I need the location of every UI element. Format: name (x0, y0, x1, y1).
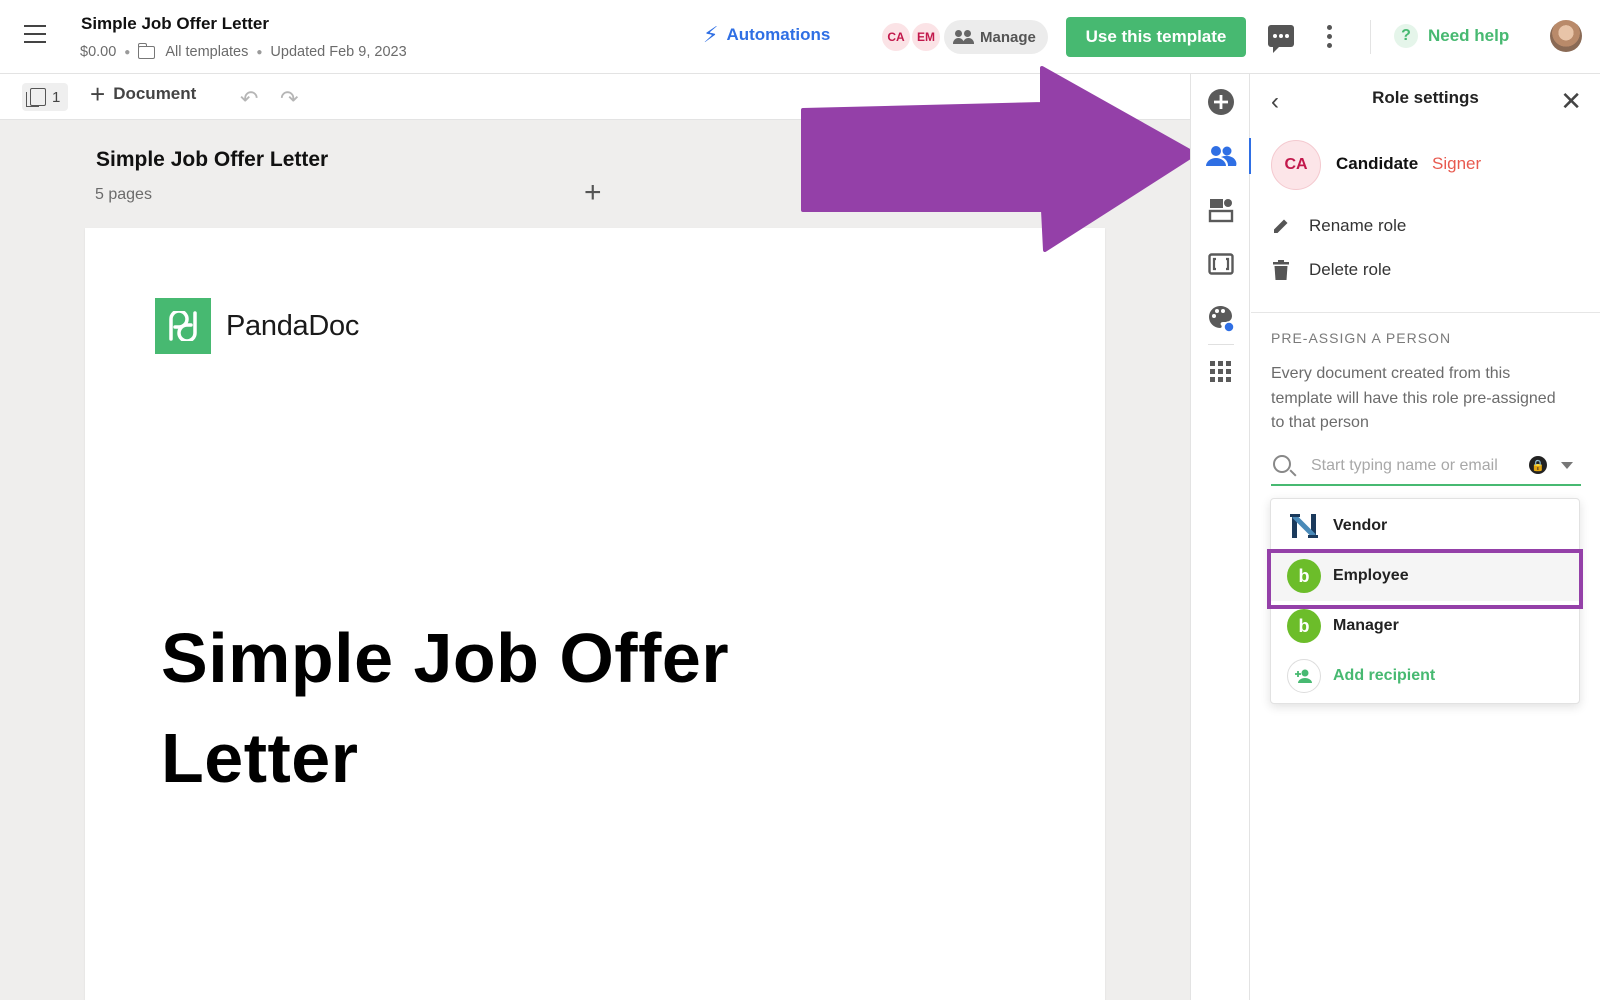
manage-recipients-button[interactable]: Manage (944, 20, 1048, 54)
more-options-icon[interactable] (1327, 25, 1333, 49)
role-settings-panel: Role settings ‹ ✕ CA Candidate Signer Re… (1251, 74, 1600, 1000)
lock-icon: 🔒 (1529, 456, 1547, 474)
document-meta: $0.00 ● All templates ● Updated Feb 9, 2… (80, 42, 407, 60)
document-page[interactable]: PandaDoc Simple Job Offer Letter (85, 228, 1105, 1000)
rail-divider (1208, 344, 1234, 345)
canvas-document-title: Simple Job Offer Letter (96, 148, 329, 171)
role-name: Candidate (1336, 154, 1419, 173)
bamboo-icon: b (1287, 559, 1321, 593)
add-document-label: Document (113, 84, 197, 103)
assignee-dropdown: Vendor b Employee b Manager Add recipien… (1267, 498, 1583, 704)
section-divider (1251, 312, 1600, 313)
role-type-badge[interactable]: Signer (1432, 154, 1481, 174)
people-icon (953, 30, 974, 44)
document-title: Simple Job Offer Letter (81, 14, 269, 33)
dropdown-option-label: Vendor (1333, 517, 1388, 534)
need-help-button[interactable]: ? Need help (1394, 24, 1509, 48)
pandadoc-logo-icon (155, 298, 211, 354)
pandadoc-logo: PandaDoc (155, 298, 359, 354)
back-chevron-icon[interactable]: ‹ (1271, 88, 1279, 116)
trash-icon (1271, 260, 1291, 280)
undo-icon[interactable]: ↶ (240, 86, 258, 112)
page-count: 1 (52, 88, 61, 106)
plus-icon: + (90, 79, 106, 109)
page-count-label: 5 pages (95, 186, 152, 203)
dropdown-option-vendor[interactable]: Vendor (1271, 501, 1579, 551)
user-avatar[interactable] (1550, 20, 1582, 52)
panel-title: Role settings (1372, 88, 1479, 107)
pages-icon (26, 88, 46, 107)
role-avatar: CA (1271, 140, 1321, 190)
add-page-icon[interactable]: + (584, 176, 602, 210)
search-icon (1273, 455, 1291, 473)
delete-role-label: Delete role (1309, 260, 1392, 279)
help-icon: ? (1394, 24, 1418, 48)
chevron-down-icon[interactable] (1561, 462, 1573, 469)
netsuite-icon (1287, 509, 1321, 543)
top-bar: Simple Job Offer Letter $0.00 ● All temp… (0, 0, 1600, 74)
dropdown-option-employee[interactable]: b Employee (1271, 551, 1579, 601)
manage-label: Manage (980, 28, 1036, 46)
separator-dot: ● (256, 46, 263, 58)
theme-icon[interactable] (1191, 296, 1251, 340)
pages-thumbnail-button[interactable]: 1 (22, 83, 69, 111)
recipient-avatar-ca[interactable]: CA (880, 21, 912, 53)
document-price: $0.00 (80, 44, 117, 60)
delete-role-button[interactable]: Delete role (1271, 260, 1391, 280)
dropdown-option-label: Employee (1333, 567, 1409, 584)
automations-button[interactable]: ⚡ Automations (703, 24, 830, 46)
bamboo-icon: b (1287, 609, 1321, 643)
hamburger-menu-icon[interactable] (24, 25, 48, 49)
pencil-icon (1271, 216, 1291, 236)
document-canvas: Simple Job Offer Letter 5 pages + PandaD… (0, 120, 1190, 1000)
rename-role-label: Rename role (1309, 216, 1407, 235)
add-recipient-label: Add recipient (1333, 667, 1436, 684)
automations-label: Automations (726, 25, 831, 44)
dropdown-option-label: Manager (1333, 617, 1399, 634)
add-document-button[interactable]: + Document (90, 79, 197, 109)
content-library-icon[interactable] (1191, 188, 1251, 232)
rename-role-button[interactable]: Rename role (1271, 216, 1406, 236)
add-person-icon (1287, 659, 1321, 693)
pandadoc-logo-text: PandaDoc (226, 309, 360, 342)
close-icon[interactable]: ✕ (1560, 86, 1582, 117)
section-description: Every document created from this templat… (1271, 365, 1556, 431)
add-block-icon[interactable] (1191, 80, 1251, 124)
editor-toolbar: 1 + Document ↶ ↷ (0, 74, 1190, 120)
redo-icon[interactable]: ↷ (280, 86, 298, 112)
comments-icon[interactable] (1268, 25, 1294, 53)
need-help-label: Need help (1428, 26, 1510, 45)
section-heading: PRE-ASSIGN A PERSON (1271, 330, 1452, 346)
dropdown-option-manager[interactable]: b Manager (1271, 601, 1579, 651)
recipients-icon[interactable] (1191, 134, 1252, 178)
updated-date: Updated Feb 9, 2023 (270, 44, 407, 60)
document-heading[interactable]: Simple Job Offer Letter (161, 608, 921, 808)
assignee-search-field[interactable]: 🔒 (1271, 448, 1581, 486)
separator-dot: ● (124, 46, 131, 58)
fields-icon[interactable] (1191, 242, 1251, 286)
side-icon-rail (1190, 74, 1252, 1000)
lightning-icon: ⚡ (703, 22, 719, 47)
assignee-search-input[interactable] (1311, 452, 1543, 480)
divider (1370, 20, 1371, 54)
recipient-avatar-em[interactable]: EM (910, 21, 942, 53)
apps-icon[interactable] (1191, 350, 1251, 394)
folder-icon (137, 42, 156, 59)
folder-link[interactable]: All templates (165, 44, 248, 60)
add-recipient-button[interactable]: Add recipient (1271, 651, 1579, 701)
use-template-button[interactable]: Use this template (1066, 17, 1246, 57)
